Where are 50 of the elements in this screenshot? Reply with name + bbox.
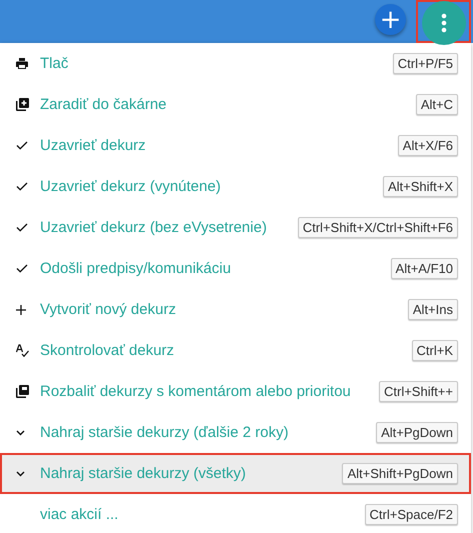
add-button[interactable]: +: [375, 4, 406, 35]
chevron-down-icon: [16, 470, 25, 476]
menu-item-label: Vytvoriť nový dekurz: [40, 301, 177, 318]
menu-item-label: viac akcií ...: [40, 506, 120, 523]
menu-item[interactable]: Odošli predpisy/komunikáciu Alt+A/F10: [0, 248, 471, 289]
check-icon: [16, 141, 28, 150]
shortcut-key: Ctrl+Shift++: [378, 381, 458, 402]
menu-item[interactable]: Zaradiť do čakárne Alt+C: [0, 84, 471, 125]
menu-item-label: Uzavrieť dekurz: [40, 137, 147, 154]
shortcut-key: Ctrl+Space/F2: [364, 504, 458, 525]
shortcut-key: Alt+X/F6: [398, 135, 458, 156]
stacked-pages-icon: [16, 385, 29, 398]
check-icon: [16, 223, 28, 232]
menu-item[interactable]: Vytvoriť nový dekurz Alt+Ins: [0, 289, 471, 330]
menu-item[interactable]: viac akcií ... Ctrl+Space/F2: [0, 494, 471, 533]
printer-icon: [16, 58, 28, 69]
plus-icon: [16, 304, 26, 314]
menu-item-label: Zaradiť do čakárne: [40, 96, 168, 113]
check-icon: [16, 182, 28, 191]
menu-item[interactable]: Rozbaliť dekurzy s komentárom alebo prioritou Ctrl+Shift++: [0, 371, 471, 412]
shortcut-key: Alt+Ins: [408, 299, 458, 320]
menu-item-label: Uzavrieť dekurz (vynútene): [40, 178, 222, 195]
menu-item[interactable]: Nahraj staršie dekurzy (všetky) Alt+Shift+PgDown: [0, 453, 471, 494]
menu-item[interactable]: Skontrolovať dekurz Ctrl+K: [0, 330, 471, 371]
menu-item-label: Rozbaliť dekurzy s komentárom alebo prioritou: [40, 383, 352, 400]
more-button[interactable]: [422, 1, 466, 45]
more-icon: [440, 13, 446, 33]
menu-item[interactable]: Uzavrieť dekurz (bez eVysetrenie) Ctrl+Shift+X/Ctrl+Shift+F6: [0, 207, 471, 248]
shortcut-key: Alt+A/F10: [390, 258, 458, 279]
shortcut-key: Alt+PgDown: [376, 422, 458, 443]
menu-item[interactable]: Uzavrieť dekurz Alt+X/F6: [0, 125, 471, 166]
shortcut-key: Alt+Shift+X: [382, 176, 458, 197]
menu-item-label: Nahraj staršie dekurzy (všetky): [40, 465, 247, 482]
shortcut-key: Alt+C: [416, 94, 458, 115]
menu-item[interactable]: Uzavrieť dekurz (vynútene) Alt+Shift+X: [0, 166, 471, 207]
shortcut-key: Ctrl+Shift+X/Ctrl+Shift+F6: [298, 217, 458, 238]
menu-item[interactable]: Nahraj staršie dekurzy (ďalšie 2 roky) Alt+PgDown: [0, 412, 471, 453]
shortcut-key: Ctrl+K: [412, 340, 458, 361]
menu-item[interactable]: Tlač Ctrl+P/F5: [0, 43, 471, 84]
shortcut-key: Alt+Shift+PgDown: [342, 463, 458, 484]
menu-item-label: Tlač: [40, 55, 70, 72]
queue-add-icon: [16, 98, 29, 111]
shortcut-key: Ctrl+P/F5: [392, 53, 458, 74]
menu-item-label: Odošli predpisy/komunikáciu: [40, 260, 232, 277]
check-icon: [16, 264, 28, 273]
spellcheck-icon: [16, 344, 29, 357]
chevron-down-icon: [16, 430, 25, 436]
menu-item-label: Nahraj staršie dekurzy (ďalšie 2 roky): [40, 424, 290, 441]
menu-item-label: Skontrolovať dekurz: [40, 342, 176, 359]
menu-item-label: Uzavrieť dekurz (bez eVysetrenie): [40, 219, 268, 236]
